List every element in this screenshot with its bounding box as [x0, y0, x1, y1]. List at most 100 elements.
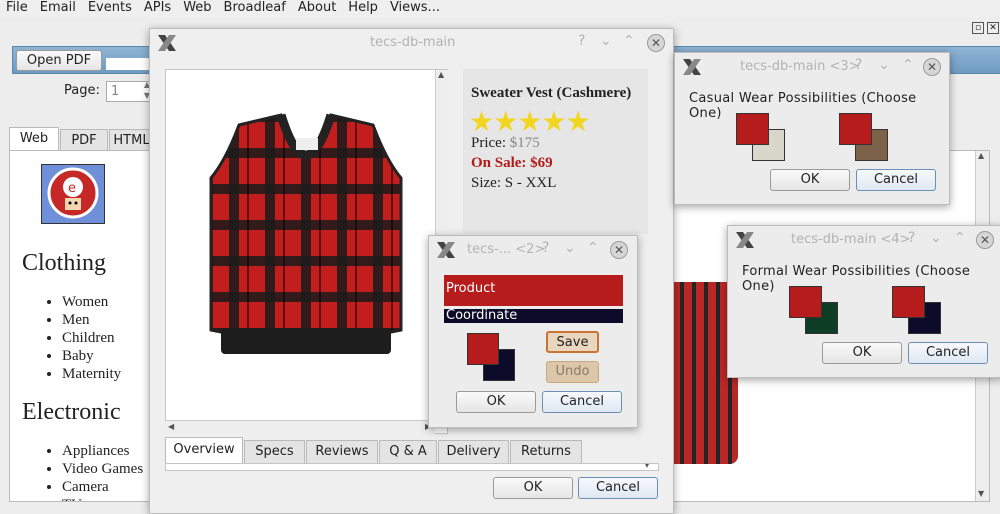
dialog4-title: tecs-db-main <4> — [791, 232, 911, 247]
casual-wear-dialog: tecs-db-main <3> ? ⌄ ⌃ ✕ Casual Wear Pos… — [674, 52, 950, 205]
menu-item-apis[interactable]: APIs — [138, 0, 177, 17]
close-icon[interactable]: ✕ — [976, 231, 994, 249]
formal-wear-dialog: tecs-db-main <4> ? ⌄ ⌃ ✕ Formal Wear Pos… — [727, 225, 1000, 378]
list-item[interactable]: Men — [62, 311, 149, 329]
page-input[interactable]: 1 ▲ ▼ — [106, 80, 152, 102]
page-value: 1 — [111, 84, 120, 99]
close-icon[interactable]: ✕ — [647, 34, 665, 52]
tab-delivery[interactable]: Delivery — [438, 440, 509, 463]
tab-scroll-icon[interactable]: ▾ — [645, 461, 649, 470]
maximize-icon[interactable]: ⌃ — [902, 57, 914, 73]
price-row: Price: $175 — [471, 135, 540, 152]
menu-item-about[interactable]: About — [292, 0, 342, 17]
main-dialog-title: tecs-db-main — [370, 35, 456, 50]
tab-reviews[interactable]: Reviews — [306, 440, 378, 463]
save-button[interactable]: Save — [546, 331, 599, 353]
star-icon: ★ — [493, 107, 518, 138]
dialog3-title: tecs-db-main <3> — [740, 59, 860, 74]
casual-option2-front-swatch[interactable] — [839, 113, 872, 145]
main-ok-button[interactable]: OK — [493, 477, 573, 499]
menu-item-web[interactable]: Web — [177, 0, 217, 17]
help-icon[interactable]: ? — [578, 33, 585, 49]
price-label: Price: — [471, 135, 506, 151]
scroll-left-icon[interactable]: ◀ — [168, 422, 174, 431]
close-icon[interactable]: ✕ — [610, 241, 628, 259]
coordinate-dialog: tecs-... <2> ? ⌄ ⌃ ✕ Product Coordinate … — [428, 235, 638, 428]
menu-item-views[interactable]: Views... — [384, 0, 446, 17]
list-item[interactable]: Women — [62, 293, 149, 311]
help-icon[interactable]: ? — [542, 240, 549, 256]
menu-item-help[interactable]: Help — [342, 0, 384, 17]
close-icon[interactable]: ✕ — [923, 58, 941, 76]
tab-web[interactable]: Web — [9, 127, 59, 151]
formal-option2-front-swatch[interactable] — [892, 286, 925, 318]
coordinate-bar[interactable]: Coordinate — [444, 309, 623, 323]
tab-qa[interactable]: Q & A — [379, 440, 437, 463]
menu-item-events[interactable]: Events — [82, 0, 138, 17]
dialog4-ok-button[interactable]: OK — [822, 342, 902, 364]
list-item[interactable]: Baby — [62, 347, 149, 365]
sweater-vest-image — [209, 113, 403, 354]
coordinate-front-swatch[interactable] — [467, 333, 499, 365]
help-icon[interactable]: ? — [908, 230, 915, 246]
main-dialog-titlebar[interactable]: tecs-db-main ? ⌄ ⌃ ✕ — [150, 29, 673, 57]
list-item[interactable]: Appliances — [62, 442, 149, 460]
scroll-up-icon[interactable]: ▲ — [438, 70, 444, 79]
formal-option1-front-swatch[interactable] — [789, 286, 822, 318]
product-image-pane — [165, 69, 448, 434]
list-item[interactable]: Camera — [62, 478, 149, 496]
open-pdf-button[interactable]: Open PDF — [16, 50, 102, 71]
product-bar[interactable]: Product — [444, 275, 623, 306]
dialog2-cancel-button[interactable]: Cancel — [542, 391, 622, 413]
star-icon: ★ — [541, 107, 566, 138]
maximize-icon[interactable]: ⌃ — [587, 240, 599, 256]
tab-returns[interactable]: Returns — [510, 440, 582, 463]
scroll-up-icon[interactable]: ▲ — [978, 151, 984, 160]
restore-icon[interactable]: ▫ — [972, 22, 984, 34]
minimize-icon[interactable]: ⌄ — [600, 33, 612, 49]
tab-specs[interactable]: Specs — [244, 440, 305, 463]
list-item[interactable]: Maternity — [62, 365, 149, 383]
dialog2-titlebar[interactable]: tecs-... <2> ? ⌄ ⌃ ✕ — [429, 236, 637, 264]
product-name: Sweater Vest (Cashmere) — [471, 85, 632, 101]
star-icon: ★ — [517, 107, 542, 138]
help-icon[interactable]: ? — [855, 57, 862, 73]
minimize-icon[interactable]: ⌄ — [564, 240, 576, 256]
maximize-icon[interactable]: ⌃ — [623, 33, 635, 49]
scroll-down-icon[interactable]: ▼ — [978, 489, 984, 498]
menu-item-email[interactable]: Email — [34, 0, 82, 17]
list-item[interactable]: Children — [62, 329, 149, 347]
size-range: Size: S - XXL — [471, 175, 557, 191]
menu-item-file[interactable]: File — [0, 0, 34, 17]
maximize-icon[interactable]: ⌃ — [954, 230, 966, 246]
minimize-icon[interactable]: ⌄ — [878, 57, 890, 73]
page-label: Page: — [64, 83, 100, 98]
list-item[interactable]: Video Games — [62, 460, 149, 478]
main-cancel-button[interactable]: Cancel — [578, 477, 658, 499]
close-icon[interactable]: ✕ — [987, 22, 999, 34]
dialog4-titlebar[interactable]: tecs-db-main <4> ? ⌄ ⌃ ✕ — [728, 226, 1000, 254]
tab-overview[interactable]: Overview — [165, 437, 243, 463]
dialog3-titlebar[interactable]: tecs-db-main <3> ? ⌄ ⌃ ✕ — [675, 53, 949, 81]
list-item[interactable]: TV — [62, 496, 149, 501]
section-electronic-title: Electronic — [22, 399, 121, 425]
undo-button[interactable]: Undo — [546, 361, 599, 383]
dialog2-title: tecs-... <2> — [467, 242, 546, 257]
dialog3-cancel-button[interactable]: Cancel — [856, 169, 936, 191]
casual-option1-front-swatch[interactable] — [736, 113, 769, 145]
mushroom-logo: e — [41, 164, 105, 224]
svg-text:e: e — [68, 181, 76, 196]
image-pane-hscroll[interactable]: ◀ ▶ — [165, 420, 435, 434]
dialog3-ok-button[interactable]: OK — [770, 169, 850, 191]
menu-item-broadleaf[interactable]: Broadleaf — [218, 0, 292, 17]
dialog4-cancel-button[interactable]: Cancel — [908, 342, 988, 364]
toolbar-field — [106, 58, 154, 70]
minimize-icon[interactable]: ⌄ — [930, 230, 942, 246]
dialog2-ok-button[interactable]: OK — [456, 391, 536, 413]
menu-bar: File Email Events APIs Web Broadleaf About Help… — [0, 0, 1000, 17]
rating-stars: ★★★★★ — [469, 105, 591, 139]
app-logo-icon — [736, 232, 754, 248]
web-content: e Clothing Women Men Children Baby Mater… — [9, 150, 150, 502]
tab-pdf[interactable]: PDF — [60, 129, 108, 151]
tab-html[interactable]: HTML — [109, 129, 154, 151]
